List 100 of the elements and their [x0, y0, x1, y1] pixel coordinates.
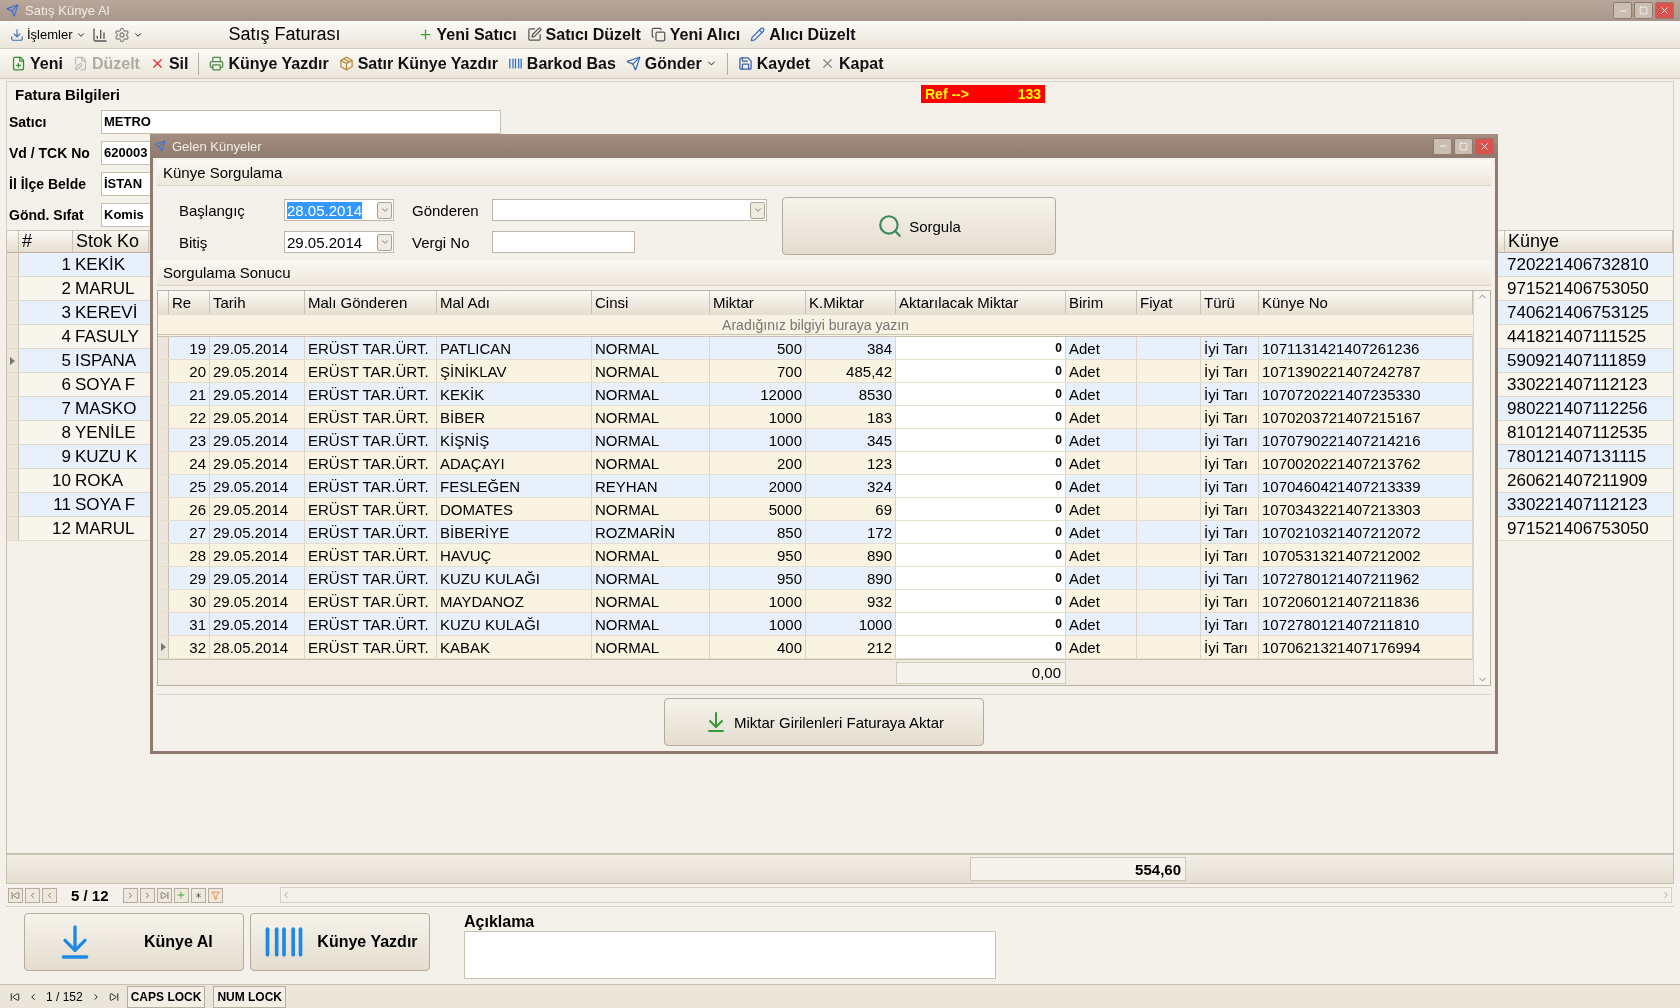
table-cell: ERÜST TAR.ÜRT. — [305, 544, 437, 566]
table-cell[interactable]: 0 — [896, 521, 1066, 543]
table-cell[interactable]: 0 — [896, 429, 1066, 451]
row-header[interactable] — [158, 636, 169, 658]
toolbar-button[interactable]: Barkod Bas — [504, 52, 619, 75]
barcode-icon — [507, 56, 523, 71]
pencil-icon — [750, 27, 766, 42]
toolbar-button[interactable]: Satıcı Düzelt — [523, 23, 644, 46]
last-record-icon[interactable] — [108, 991, 119, 1002]
next-button[interactable] — [122, 887, 138, 903]
table-cell: İyi Tarı — [1201, 521, 1259, 543]
column-header[interactable]: Türü — [1201, 291, 1259, 314]
table-cell[interactable]: 0 — [896, 613, 1066, 635]
dropdown-button[interactable] — [377, 201, 392, 219]
toolbar-button[interactable]: Yeni Alıcı — [647, 23, 744, 46]
table-cell[interactable]: 0 — [896, 360, 1066, 382]
table-cell[interactable]: 0 — [896, 383, 1066, 405]
transfer-button[interactable]: Miktar Girilenleri Faturaya Aktar — [664, 698, 984, 746]
close-button[interactable] — [1475, 137, 1494, 155]
dropdown-button[interactable] — [377, 233, 392, 251]
column-header[interactable]: Tarih — [210, 291, 305, 314]
horizontal-scrollbar[interactable] — [279, 887, 1672, 903]
first-record-icon[interactable] — [10, 991, 20, 1002]
toolbar-button[interactable]: Sil — [146, 52, 192, 75]
add-button[interactable] — [173, 887, 189, 903]
table-cell[interactable]: 0 — [896, 567, 1066, 589]
column-header[interactable]: Miktar — [710, 291, 806, 314]
first-button[interactable] — [8, 887, 23, 903]
toolbar-button[interactable]: Kaydet — [734, 52, 814, 75]
minimize-button[interactable] — [1613, 2, 1632, 19]
column-header[interactable]: Künye No — [1259, 291, 1473, 314]
column-header[interactable]: Fiyat — [1137, 291, 1201, 314]
toolbar-button[interactable]: Kapat — [817, 52, 887, 75]
toolbar-button[interactable]: Satır Künye Yazdır — [335, 52, 501, 75]
plus-icon — [176, 890, 187, 900]
column-header[interactable]: # — [19, 231, 73, 253]
clear-button[interactable] — [190, 887, 206, 903]
table-cell: NORMAL — [592, 636, 710, 658]
table-cell[interactable]: 0 — [896, 590, 1066, 612]
last-button[interactable] — [156, 887, 172, 903]
note-field[interactable] — [464, 931, 996, 979]
toolbar-button[interactable]: Yeni — [8, 52, 66, 75]
column-header[interactable]: Künye — [1505, 231, 1673, 253]
save-icon — [737, 56, 753, 71]
table-cell[interactable]: 0 — [896, 452, 1066, 474]
query-button[interactable]: Sorgula — [782, 197, 1056, 255]
prev-page-button[interactable] — [25, 887, 40, 903]
column-header[interactable]: K.Miktar — [806, 291, 896, 314]
maximize-button[interactable] — [1634, 2, 1653, 19]
toolbar-button[interactable]: Alıcı Düzelt — [747, 23, 859, 46]
table-cell: İyi Tarı — [1201, 383, 1259, 405]
column-header[interactable]: Birim — [1066, 291, 1137, 314]
column-header[interactable]: Cinsi — [592, 291, 710, 314]
filter-button[interactable] — [207, 887, 223, 903]
prev-button[interactable] — [42, 887, 57, 903]
row-header[interactable] — [7, 349, 19, 372]
table-cell: Adet — [1066, 475, 1137, 497]
table-cell: 31 — [169, 613, 210, 635]
dropdown-button[interactable] — [750, 201, 765, 219]
close-button[interactable] — [1655, 2, 1674, 19]
table-cell: 29.05.2014 — [210, 452, 305, 474]
filter-row[interactable]: Aradığınız bilgiyi buraya yazın — [158, 315, 1473, 337]
table-cell: 1000 — [710, 590, 806, 612]
column-header[interactable]: Malı Gönderen — [305, 291, 437, 314]
next-page-button[interactable] — [139, 887, 155, 903]
chevron-down-icon — [752, 205, 763, 215]
field-label: İl İlçe Belde — [9, 175, 88, 192]
table-cell[interactable]: 0 — [896, 636, 1066, 658]
toolbar-button[interactable]: Gönder — [622, 52, 720, 75]
chart-icon[interactable] — [91, 26, 108, 43]
table-cell-text: 590921407111859 — [1506, 349, 1648, 372]
table-cell[interactable]: 0 — [896, 498, 1066, 520]
input-field[interactable]: METRO — [101, 109, 501, 134]
column-header[interactable]: Stok Ko — [73, 231, 149, 253]
minimize-button[interactable] — [1433, 137, 1452, 155]
printer-icon — [209, 56, 225, 71]
column-header[interactable]: Aktarılacak Miktar — [896, 291, 1066, 314]
table-cell[interactable]: 0 — [896, 337, 1066, 359]
table-cell[interactable]: 0 — [896, 475, 1066, 497]
table-cell: ERÜST TAR.ÜRT. — [305, 475, 437, 497]
table-cell[interactable]: 0 — [896, 544, 1066, 566]
date-field[interactable]: 29.05.2014 — [284, 231, 394, 253]
maximize-button[interactable] — [1454, 137, 1473, 155]
column-header[interactable]: Re — [169, 291, 210, 314]
table-cell: İyi Tarı — [1201, 613, 1259, 635]
download-button[interactable]: Künye Al — [24, 913, 244, 971]
table-cell: 23 — [169, 429, 210, 451]
table-cell-text: MARUL — [74, 277, 136, 300]
vertical-scrollbar[interactable] — [1473, 291, 1490, 685]
toolbar-button[interactable]: Künye Yazdır — [206, 52, 332, 75]
table-cell[interactable]: 0 — [896, 406, 1066, 428]
print-button[interactable]: Künye Yazdır — [250, 913, 430, 971]
menu-button[interactable]: İşlemler — [8, 25, 88, 44]
table-cell: ŞİNİKLAV — [437, 360, 592, 382]
previous-icon[interactable] — [28, 991, 38, 1002]
table-cell-text: 971521406753050 — [1506, 277, 1650, 300]
column-header[interactable]: Mal Adı — [437, 291, 592, 314]
sender-dropdown[interactable] — [492, 199, 767, 221]
toolbar-button[interactable]: Yeni Satıcı — [414, 23, 520, 46]
input-field[interactable] — [492, 231, 635, 253]
